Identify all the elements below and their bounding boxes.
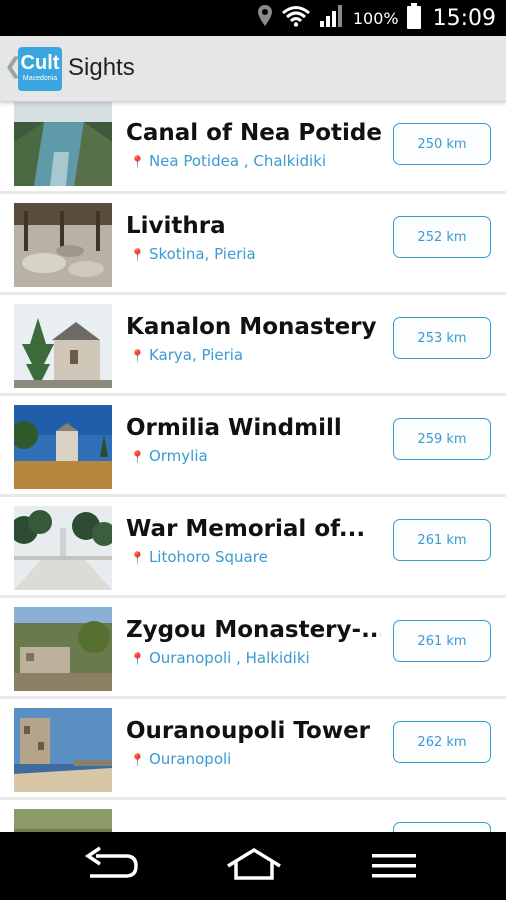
list-item[interactable]: Livithra 📍 Skotina, Pieria 252 km [0, 194, 506, 295]
logo-subtext: Macedonia [22, 75, 58, 82]
distance-button[interactable]: 262 km [393, 721, 491, 763]
sight-name: Livithra [126, 213, 226, 239]
sight-location-text: Skotina, Pieria [148, 245, 256, 263]
sight-thumbnail [14, 203, 112, 287]
pin-icon: 📍 [130, 753, 145, 767]
app-logo[interactable]: Cult Macedonia [18, 47, 62, 91]
signal-icon [319, 4, 345, 32]
sight-location: 📍 Litohoro Square [130, 548, 268, 566]
back-icon[interactable] [82, 846, 142, 886]
distance-button[interactable]: 253 km [393, 317, 491, 359]
list-item[interactable]: Ouranoupoli Tower 📍 Ouranopoli 262 km [0, 699, 506, 800]
sight-location-text: Karya, Pieria [148, 346, 244, 364]
sight-thumbnail [14, 708, 112, 792]
menu-icon[interactable] [366, 846, 426, 886]
status-bar: 100% 15:09 [0, 0, 506, 36]
sight-location: 📍 Ormylia [130, 447, 208, 465]
sight-thumbnail [14, 607, 112, 691]
sight-thumbnail [14, 405, 112, 489]
sight-location-text: Ormylia [148, 447, 208, 465]
sight-location-text: Ouranopoli [148, 750, 232, 768]
sight-location-text: Nea Potidea , Chalkidiki [148, 152, 327, 170]
sight-name: Canal of Nea Potidea [126, 120, 381, 146]
location-icon [257, 4, 273, 32]
pin-icon: 📍 [130, 450, 145, 464]
sight-name: Ouranoupoli Tower [126, 718, 371, 744]
navigation-bar [0, 832, 506, 900]
list-item[interactable]: Ormilia Windmill 📍 Ormylia 259 km [0, 396, 506, 497]
pin-icon: 📍 [130, 551, 145, 565]
battery-icon [406, 3, 421, 33]
distance-button[interactable]: 250 km [393, 123, 491, 165]
sight-thumbnail [14, 102, 112, 186]
sight-name: War Memorial of... [126, 516, 366, 542]
sight-thumbnail [14, 809, 112, 832]
distance-button[interactable]: 261 km [393, 519, 491, 561]
page-title: Sights [68, 54, 135, 81]
sight-location-text: Litohoro Square [148, 548, 268, 566]
wifi-icon [281, 5, 311, 31]
sight-name: Kanalon Monastery [126, 314, 377, 340]
action-bar: ❮ Cult Macedonia Sights [0, 36, 506, 102]
status-icons: 100% 15:09 [257, 0, 496, 36]
pin-icon: 📍 [130, 155, 145, 169]
sight-location: 📍 Skotina, Pieria [130, 245, 256, 263]
battery-percent: 100% [352, 8, 399, 28]
distance-button[interactable]: 259 km [393, 418, 491, 460]
sight-location: 📍 Ouranopoli , Halkidiki [130, 649, 310, 667]
pin-icon: 📍 [130, 349, 145, 363]
pin-icon: 📍 [130, 652, 145, 666]
logo-text: Cult [20, 52, 60, 74]
sights-list[interactable]: Canal of Nea Potidea 📍 Nea Potidea , Chal… [0, 102, 506, 832]
list-item[interactable] [0, 800, 506, 832]
list-item[interactable]: Canal of Nea Potidea 📍 Nea Potidea , Chal… [0, 102, 506, 194]
list-item[interactable]: War Memorial of... 📍 Litohoro Square 261 … [0, 497, 506, 598]
pin-icon: 📍 [130, 248, 145, 262]
sight-name: Zygou Monastery-... [126, 617, 381, 643]
sight-location: 📍 Ouranopoli [130, 750, 231, 768]
sight-thumbnail [14, 506, 112, 590]
sight-location-text: Ouranopoli , Halkidiki [148, 649, 310, 667]
sight-thumbnail [14, 304, 112, 388]
distance-button[interactable]: 261 km [393, 620, 491, 662]
list-item[interactable]: Zygou Monastery-... 📍 Ouranopoli , Halkid… [0, 598, 506, 699]
list-item[interactable]: Kanalon Monastery 📍 Karya, Pieria 253 km [0, 295, 506, 396]
distance-button[interactable] [393, 822, 491, 832]
sight-name: Ormilia Windmill [126, 415, 342, 441]
distance-button[interactable]: 252 km [393, 216, 491, 258]
home-icon[interactable] [224, 846, 284, 886]
sight-location: 📍 Karya, Pieria [130, 346, 243, 364]
status-time: 15:09 [432, 5, 496, 31]
sight-location: 📍 Nea Potidea , Chalkidiki [130, 152, 326, 170]
